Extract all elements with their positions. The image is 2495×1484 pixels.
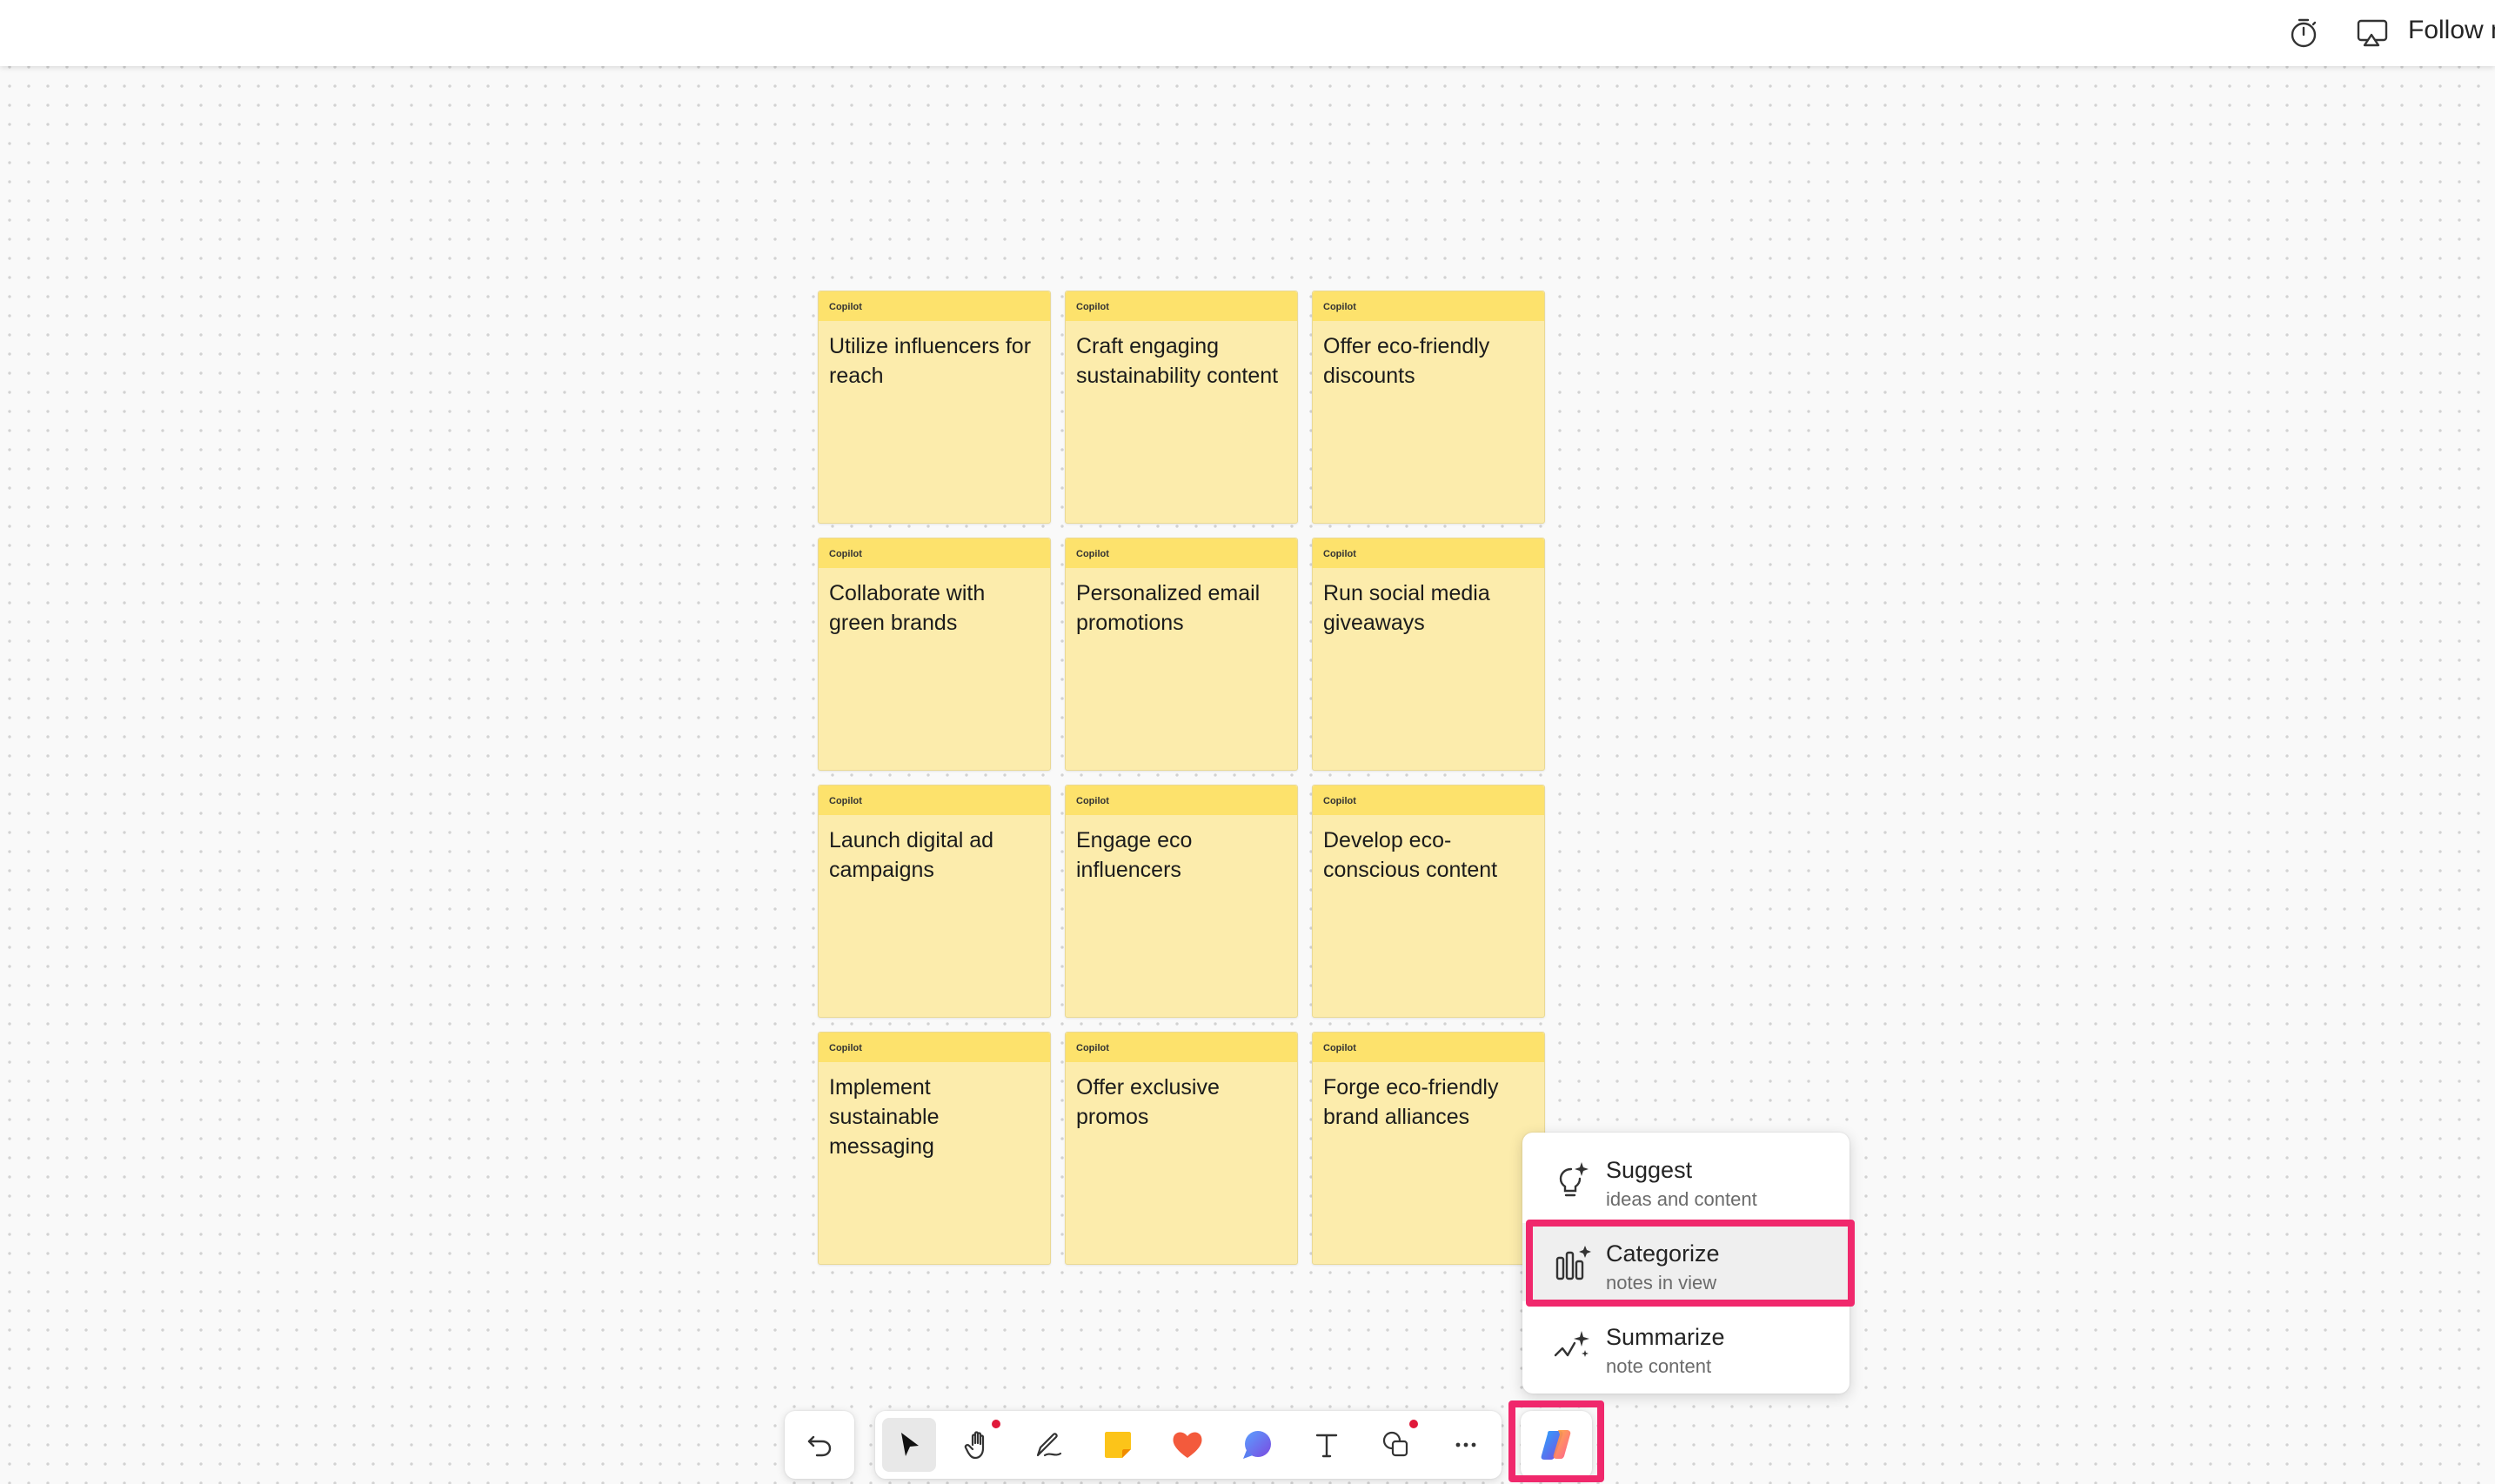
categorize-sparkle-icon [1555, 1246, 1591, 1280]
sticky-note[interactable]: Copilot Run social media giveaways [1312, 538, 1545, 771]
sticky-note-author: Copilot [1323, 796, 1356, 806]
tools-panel [875, 1411, 1502, 1479]
follow-button[interactable]: Follow m [2408, 16, 2495, 45]
reaction-heart-icon [1173, 1432, 1202, 1458]
copilot-panel [1521, 1411, 1592, 1479]
shapes-icon [1382, 1431, 1408, 1457]
sticky-note[interactable]: Copilot Offer eco-friendly discounts [1312, 291, 1545, 524]
menu-item-sublabel: note content [1606, 1355, 1712, 1377]
comment-bubble-icon [1243, 1431, 1271, 1459]
sticky-note-author: Copilot [1323, 302, 1356, 312]
sticky-note[interactable]: Copilot Implement sustainable messaging [818, 1032, 1051, 1265]
reaction-tool-button[interactable] [1161, 1418, 1214, 1472]
lightbulb-sparkle-icon [1559, 1162, 1589, 1197]
menu-item-label: Categorize [1606, 1240, 1720, 1267]
menu-item-label: Summarize [1606, 1324, 1725, 1350]
sticky-note[interactable]: Copilot Launch digital ad campaigns [818, 785, 1051, 1018]
sticky-note-header: Copilot [1313, 538, 1544, 568]
sticky-note[interactable]: Copilot Personalized email promotions [1065, 538, 1298, 771]
sticky-note-header: Copilot [819, 538, 1050, 568]
text-tool-button[interactable] [1300, 1418, 1354, 1472]
sticky-note-author: Copilot [1323, 1043, 1356, 1053]
sticky-note-text: Offer exclusive promos [1076, 1075, 1220, 1129]
select-pointer-icon [901, 1433, 919, 1456]
sticky-note-text: Develop eco-conscious content [1323, 828, 1498, 882]
timer-icon[interactable] [2286, 16, 2321, 50]
notification-dot [1409, 1420, 1418, 1428]
sticky-note-text: Utilize influencers for reach [829, 334, 1032, 388]
top-bar: Follow m [0, 0, 2495, 66]
undo-button[interactable] [793, 1418, 846, 1472]
sticky-note-author: Copilot [1076, 549, 1109, 559]
sticky-note-text: Craft engaging sustainability content [1076, 334, 1279, 388]
pen-icon [1036, 1433, 1062, 1457]
sticky-note[interactable]: Copilot Forge eco-friendly brand alliance… [1312, 1032, 1545, 1265]
sticky-note-tool-button[interactable] [1091, 1418, 1145, 1472]
comment-tool-button[interactable] [1230, 1418, 1284, 1472]
summarize-sparkle-icon [1554, 1331, 1589, 1357]
sticky-note-author: Copilot [1076, 796, 1109, 806]
sticky-note-author: Copilot [829, 302, 862, 312]
sticky-note-text: Collaborate with green brands [829, 581, 986, 635]
undo-icon [807, 1435, 832, 1457]
pen-tool-button[interactable] [1021, 1418, 1075, 1472]
pan-tool-button[interactable] [952, 1418, 1006, 1472]
sticky-note-text: Forge eco-friendly brand alliances [1323, 1075, 1499, 1129]
sticky-note-text: Run social media giveaways [1323, 581, 1490, 635]
copilot-menu: Suggest ideas and content Categorize not… [1522, 1133, 1850, 1394]
sticky-note-header: Copilot [1313, 1033, 1544, 1062]
more-options-button[interactable] [1439, 1418, 1493, 1472]
sticky-note-author: Copilot [1076, 302, 1109, 312]
select-tool-button[interactable] [882, 1418, 936, 1472]
sticky-note[interactable]: Copilot Develop eco-conscious content [1312, 785, 1545, 1018]
shapes-tool-button[interactable] [1369, 1418, 1423, 1472]
sticky-note-header: Copilot [1066, 291, 1297, 321]
sticky-note[interactable]: Copilot Engage eco influencers [1065, 785, 1298, 1018]
sticky-note-author: Copilot [829, 549, 862, 559]
sticky-note-header: Copilot [819, 785, 1050, 815]
sticky-note-header: Copilot [1313, 291, 1544, 321]
sticky-note-header: Copilot [819, 291, 1050, 321]
sticky-note-text: Implement sustainable messaging [829, 1075, 940, 1159]
copilot-icon [1541, 1430, 1571, 1460]
sticky-note-header: Copilot [1066, 538, 1297, 568]
sticky-note[interactable]: Copilot Collaborate with green brands [818, 538, 1051, 771]
sticky-note-icon [1105, 1432, 1131, 1458]
menu-item-sublabel: ideas and content [1606, 1188, 1757, 1210]
menu-item-sublabel: notes in view [1606, 1272, 1717, 1293]
notification-dot [992, 1420, 1000, 1428]
hand-pan-icon [964, 1431, 985, 1460]
sticky-note-author: Copilot [829, 1043, 862, 1053]
sticky-note[interactable]: Copilot Utilize influencers for reach [818, 291, 1051, 524]
sticky-note-author: Copilot [1076, 1043, 1109, 1053]
menu-item-label: Suggest [1606, 1157, 1693, 1183]
sticky-note-author: Copilot [829, 796, 862, 806]
menu-item-categorize[interactable]: Categorize notes in view [1522, 1223, 1850, 1301]
copilot-button[interactable] [1529, 1418, 1583, 1472]
sticky-note[interactable]: Copilot Offer exclusive promos [1065, 1032, 1298, 1265]
sticky-note-text: Offer eco-friendly discounts [1323, 334, 1490, 388]
sticky-note-text: Engage eco influencers [1076, 828, 1193, 882]
sticky-note[interactable]: Copilot Craft engaging sustainability con… [1065, 291, 1298, 524]
more-options-icon [1455, 1442, 1476, 1447]
sticky-note-header: Copilot [1066, 1033, 1297, 1062]
sticky-note-text: Launch digital ad campaigns [829, 828, 994, 882]
cast-screen-icon[interactable] [2356, 17, 2391, 49]
sticky-note-header: Copilot [819, 1033, 1050, 1062]
menu-item-suggest[interactable]: Suggest ideas and content [1522, 1140, 1850, 1218]
sticky-note-author: Copilot [1323, 549, 1356, 559]
sticky-note-header: Copilot [1066, 785, 1297, 815]
menu-item-summarize[interactable]: Summarize note content [1522, 1307, 1850, 1385]
sticky-note-text: Personalized email promotions [1076, 581, 1261, 635]
text-tool-icon [1315, 1434, 1338, 1458]
undo-panel [785, 1411, 854, 1479]
sticky-note-header: Copilot [1313, 785, 1544, 815]
